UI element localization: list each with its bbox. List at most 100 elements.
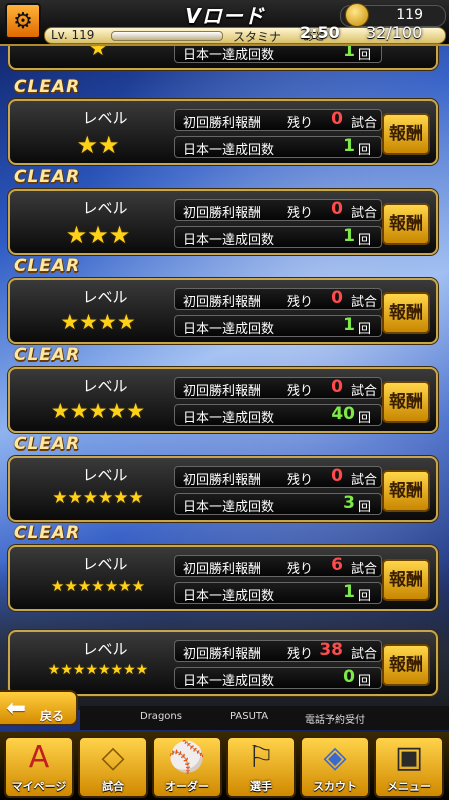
stamina-timer: 2:50: [300, 23, 340, 42]
page-title: Vロード: [185, 4, 265, 28]
star-rating: ★★★★★★★: [50, 577, 146, 595]
star-rating: ★★★★★★: [52, 488, 144, 508]
reward-button[interactable]: 報酬: [382, 113, 430, 155]
games-unit: 試合: [350, 116, 377, 131]
scout-icon: ◈: [323, 740, 347, 775]
nav-mypage[interactable]: A マイページ: [4, 736, 74, 798]
level-label: レベル: [82, 288, 128, 306]
champion-row: 日本一達成回数 3 回: [174, 493, 382, 515]
reward-button[interactable]: 報酬: [382, 470, 430, 512]
reward-button[interactable]: 報酬: [382, 559, 430, 601]
first-win-row: 初回勝利報酬 残り 38 試合: [174, 640, 382, 662]
level-label: レベル: [82, 109, 128, 127]
team-logo-icon[interactable]: ⚙: [5, 3, 41, 39]
remaining-count: 0: [331, 466, 343, 486]
remaining-count: 0: [331, 288, 343, 308]
remaining-count: 0: [331, 109, 343, 129]
champion-count: 1: [343, 582, 355, 602]
level-label: レベル: [82, 466, 128, 484]
nav-label: メニュー: [387, 780, 431, 793]
times-unit: 回: [357, 48, 371, 63]
champion-label: 日本一達成回数: [183, 143, 275, 158]
first-win-label: 初回勝利報酬: [183, 647, 262, 662]
star-rating: ★★★: [65, 221, 131, 249]
champion-label: 日本一達成回数: [183, 48, 275, 63]
level-label: レベル: [82, 640, 128, 658]
games-unit: 試合: [350, 384, 377, 399]
level-panel-7: レベル ★★★★★★★ 初回勝利報酬 残り 6 試合 日本一達成回数 1 回 報…: [8, 545, 438, 611]
coin-value: 119: [396, 7, 423, 23]
champion-label: 日本一達成回数: [183, 500, 275, 515]
nav-label: オーダー: [165, 780, 209, 793]
games-unit: 試合: [350, 562, 377, 577]
mypage-icon: A: [28, 740, 50, 775]
star-rating: ★★★★★★★★: [47, 662, 149, 678]
games-unit: 試合: [350, 206, 377, 221]
champion-label: 日本一達成回数: [183, 674, 275, 689]
star-rating: ★★★★: [60, 310, 136, 334]
level-label: レベル: [82, 199, 128, 217]
times-unit: 回: [357, 411, 371, 426]
nav-game[interactable]: ◇ 試合: [78, 736, 148, 798]
games-unit: 試合: [350, 295, 377, 310]
times-unit: 回: [357, 233, 371, 248]
order-icon: ⚾: [168, 740, 206, 775]
champion-count: 3: [343, 493, 355, 513]
reward-button[interactable]: 報酬: [382, 203, 430, 245]
level-label: レベル: [82, 377, 128, 395]
champion-label: 日本一達成回数: [183, 233, 275, 248]
times-unit: 回: [357, 589, 371, 604]
reward-button[interactable]: 報酬: [382, 381, 430, 423]
remaining-count: 0: [331, 377, 343, 397]
reward-button[interactable]: 報酬: [382, 644, 430, 686]
champion-count: 1: [343, 315, 355, 335]
first-win-label: 初回勝利報酬: [183, 384, 262, 399]
clear-badge: CLEAR: [14, 523, 81, 543]
first-win-label: 初回勝利報酬: [183, 562, 262, 577]
clear-badge: CLEAR: [14, 77, 81, 97]
clear-badge: CLEAR: [14, 256, 81, 276]
nav-scout[interactable]: ◈ スカウト: [300, 736, 370, 798]
times-unit: 回: [357, 500, 371, 515]
remaining-count: 6: [331, 555, 343, 575]
level-list[interactable]: ★ 日本一達成回数 1 回 CLEAR レベル ★★ 初回勝利報酬 残り 0 試…: [0, 0, 449, 800]
first-win-row: 初回勝利報酬 残り 0 試合: [174, 377, 382, 399]
reward-button[interactable]: 報酬: [382, 292, 430, 334]
back-button[interactable]: ⬅ 戻る: [0, 690, 78, 726]
exp-gauge: [111, 31, 223, 41]
first-win-label: 初回勝利報酬: [183, 295, 262, 310]
players-icon: ⚐: [247, 740, 275, 775]
nav-order[interactable]: ⚾ オーダー: [152, 736, 222, 798]
nav-label: 試合: [102, 780, 124, 793]
remaining-label: 残り: [287, 295, 314, 310]
first-win-row: 初回勝利報酬 残り 6 試合: [174, 555, 382, 577]
first-win-label: 初回勝利報酬: [183, 473, 262, 488]
nav-menu[interactable]: ▣ メニュー: [374, 736, 444, 798]
sponsor-3: 電話予約受付: [305, 715, 365, 726]
champion-row: 日本一達成回数 40 回: [174, 404, 382, 426]
star-rating: ★★★★★: [50, 399, 146, 423]
nav-label: スカウト: [313, 780, 357, 793]
clear-badge: CLEAR: [14, 434, 81, 454]
nav-label: 選手: [250, 780, 272, 793]
first-win-label: 初回勝利報酬: [183, 116, 262, 131]
games-unit: 試合: [350, 473, 377, 488]
champion-count: 1: [343, 226, 355, 246]
champion-row: 日本一達成回数 1 回: [174, 315, 382, 337]
top-header: ⚙ Vロード 119 Lv. 119 スタミナ あと 2:50 32/100: [0, 0, 449, 46]
games-unit: 試合: [350, 647, 377, 662]
level-panel-8: レベル ★★★★★★★★ 初回勝利報酬 残り 38 試合 日本一達成回数 0 回…: [8, 630, 438, 696]
remaining-label: 残り: [287, 206, 314, 221]
nav-players[interactable]: ⚐ 選手: [226, 736, 296, 798]
stamina-label: スタミナ: [233, 30, 282, 44]
sponsor-1: Dragons: [140, 711, 182, 722]
champion-row: 日本一達成回数 1 回: [174, 582, 382, 604]
level-panel-6: レベル ★★★★★★ 初回勝利報酬 残り 0 試合 日本一達成回数 3 回 報酬: [8, 456, 438, 522]
champion-count: 40: [331, 404, 355, 424]
champion-label: 日本一達成回数: [183, 411, 275, 426]
remaining-label: 残り: [287, 116, 314, 131]
menu-icon: ▣: [394, 740, 424, 775]
champion-label: 日本一達成回数: [183, 322, 275, 337]
back-arrow-icon: ⬅: [6, 694, 27, 722]
champion-row: 日本一達成回数 0 回: [174, 667, 382, 689]
